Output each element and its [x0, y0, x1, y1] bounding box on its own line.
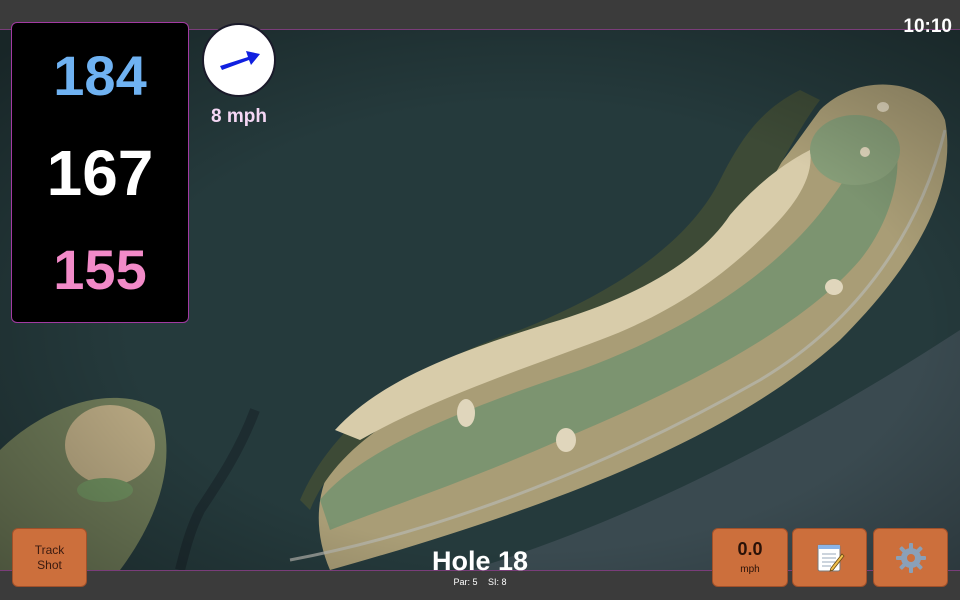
track-shot-button[interactable]: Track Shot [12, 528, 87, 587]
wind-indicator [202, 23, 276, 97]
arrow-icon [220, 51, 260, 70]
middle-distance: 167 [46, 136, 154, 209]
hole-title: Hole 18 [431, 546, 529, 576]
notes-button[interactable] [792, 528, 867, 587]
notepad-icon [817, 544, 845, 572]
distance-panel: 184 167 155 [11, 22, 189, 323]
back-distance: 184 [53, 43, 147, 107]
gear-icon [895, 542, 926, 573]
hole-par: Par: 5 [453, 577, 478, 587]
speed-value: 0.0 [737, 539, 763, 560]
hole-stroke-index: SI: 8 [488, 577, 507, 587]
track-shot-label-line1: Track [34, 543, 65, 558]
speed-button[interactable]: 0.0 mph [712, 528, 788, 587]
hole-meta: Par: 5 SI: 8 [380, 577, 580, 587]
clock: 10:10 [903, 16, 952, 37]
track-shot-label-line2: Shot [37, 557, 62, 572]
speed-unit: mph [740, 563, 760, 575]
front-distance: 155 [53, 237, 147, 301]
wind-speed: 8 mph [211, 106, 267, 127]
settings-button[interactable] [873, 528, 948, 587]
